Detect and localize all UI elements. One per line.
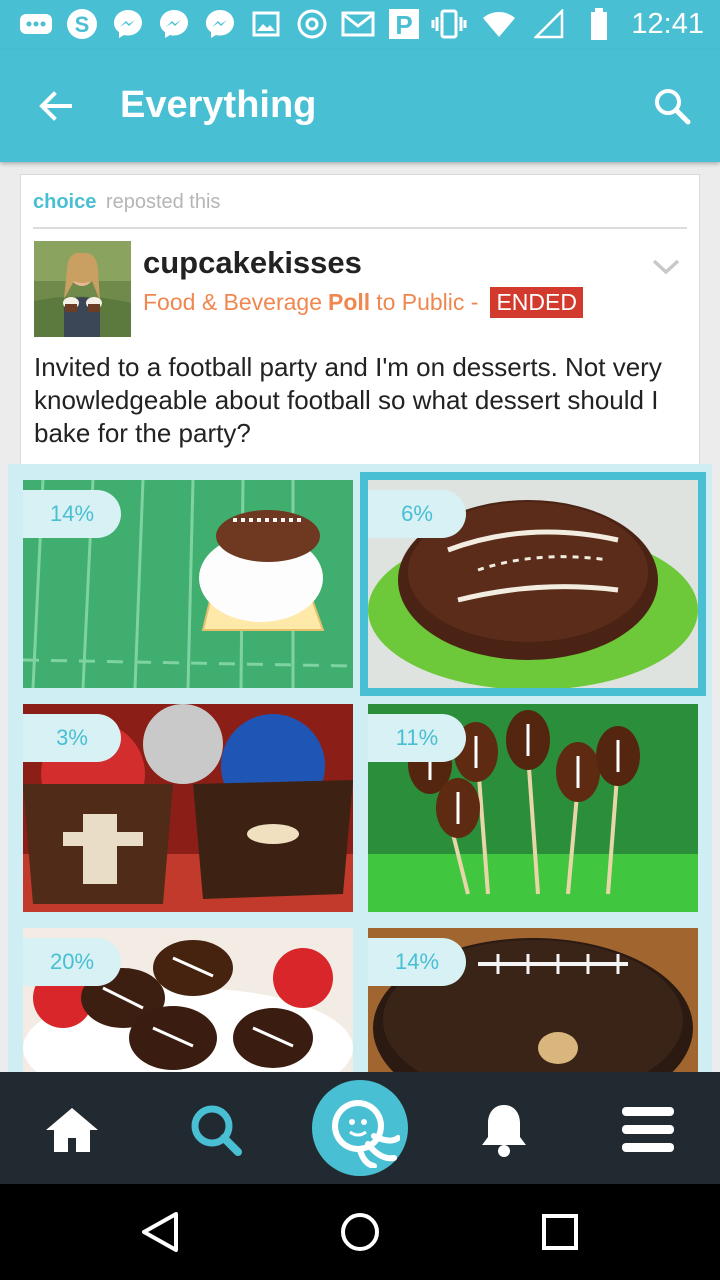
post-meta: Food & Beverage Poll to Public - ENDED [143,287,583,318]
author-name[interactable]: cupcakekisses [143,245,362,281]
poll-option[interactable]: 11% [368,704,698,912]
search-button[interactable] [646,80,698,132]
vote-percentage: 20% [23,938,121,986]
divider [33,227,687,229]
chevron-down-icon [652,259,680,275]
repost-user-link[interactable]: choice [33,191,96,213]
svg-text:S: S [75,12,90,37]
nav-menu[interactable] [616,1098,680,1162]
nav-create[interactable] [312,1080,408,1176]
status-bar: S P 12:41 [0,0,720,50]
bottom-nav [0,1072,720,1184]
nav-search[interactable] [184,1098,248,1162]
svg-text:P: P [395,10,412,40]
audience-text: to Public - [376,289,479,315]
system-home-button[interactable] [334,1206,386,1258]
more-icon [18,6,54,42]
image-icon [248,6,284,42]
bell-icon [482,1105,526,1157]
system-status: 12:41 [431,6,704,42]
messenger-icon [110,6,146,42]
triangle-back-icon [142,1212,178,1252]
app-bar: Everything [0,50,720,162]
at-sign-icon [294,6,330,42]
search-icon [655,89,691,125]
signal-icon [531,6,567,42]
system-recents-button[interactable] [534,1206,586,1258]
vote-percentage: 14% [368,938,466,986]
vote-percentage: 11% [368,714,466,762]
post-type: Poll [328,289,371,315]
search-icon [191,1105,242,1156]
poll-question: Invited to a football party and I'm on d… [34,352,662,448]
skype-icon: S [64,6,100,42]
post-options-button[interactable] [651,255,681,279]
arrow-back-icon [39,91,72,121]
screen: S P 12:41 Everything choice reposted thi… [0,0,720,1280]
vote-percentage: 6% [368,490,466,538]
poll-option[interactable]: 14% [23,480,353,688]
avatar[interactable] [34,241,131,337]
clock: 12:41 [631,7,704,40]
circle-home-icon [341,1213,379,1251]
status-badge: ENDED [490,287,583,318]
page-title: Everything [120,84,317,126]
system-back-button[interactable] [134,1206,186,1258]
messenger-icon [156,6,192,42]
repost-line: choice reposted this [33,191,220,214]
battery-icon [581,6,617,42]
nav-notifications[interactable] [472,1098,536,1162]
back-button[interactable] [30,80,82,132]
poll-option[interactable]: 20% [23,928,353,1084]
parking-icon: P [386,6,422,42]
gmail-icon [340,6,376,42]
poll-option[interactable]: 14% [368,928,698,1084]
vote-percentage: 14% [23,490,121,538]
repost-text: reposted this [105,191,221,213]
home-icon [46,1108,98,1152]
wifi-icon [481,6,517,42]
octopus-logo-icon [332,1100,400,1168]
system-nav-bar [0,1184,720,1280]
square-recents-icon [542,1214,578,1250]
messenger-icon [202,6,238,42]
category-link[interactable]: Food & Beverage [143,289,322,316]
poll-option[interactable]: 3% [23,704,353,912]
nav-home[interactable] [40,1098,104,1162]
menu-icon [622,1107,674,1152]
notification-icons: S P [18,6,422,42]
poll-options: 14% 6% 3% 11% 20% 14% [8,464,712,1084]
vibrate-icon [431,6,467,42]
poll-option-selected[interactable]: 6% [360,472,706,696]
vote-percentage: 3% [23,714,121,762]
